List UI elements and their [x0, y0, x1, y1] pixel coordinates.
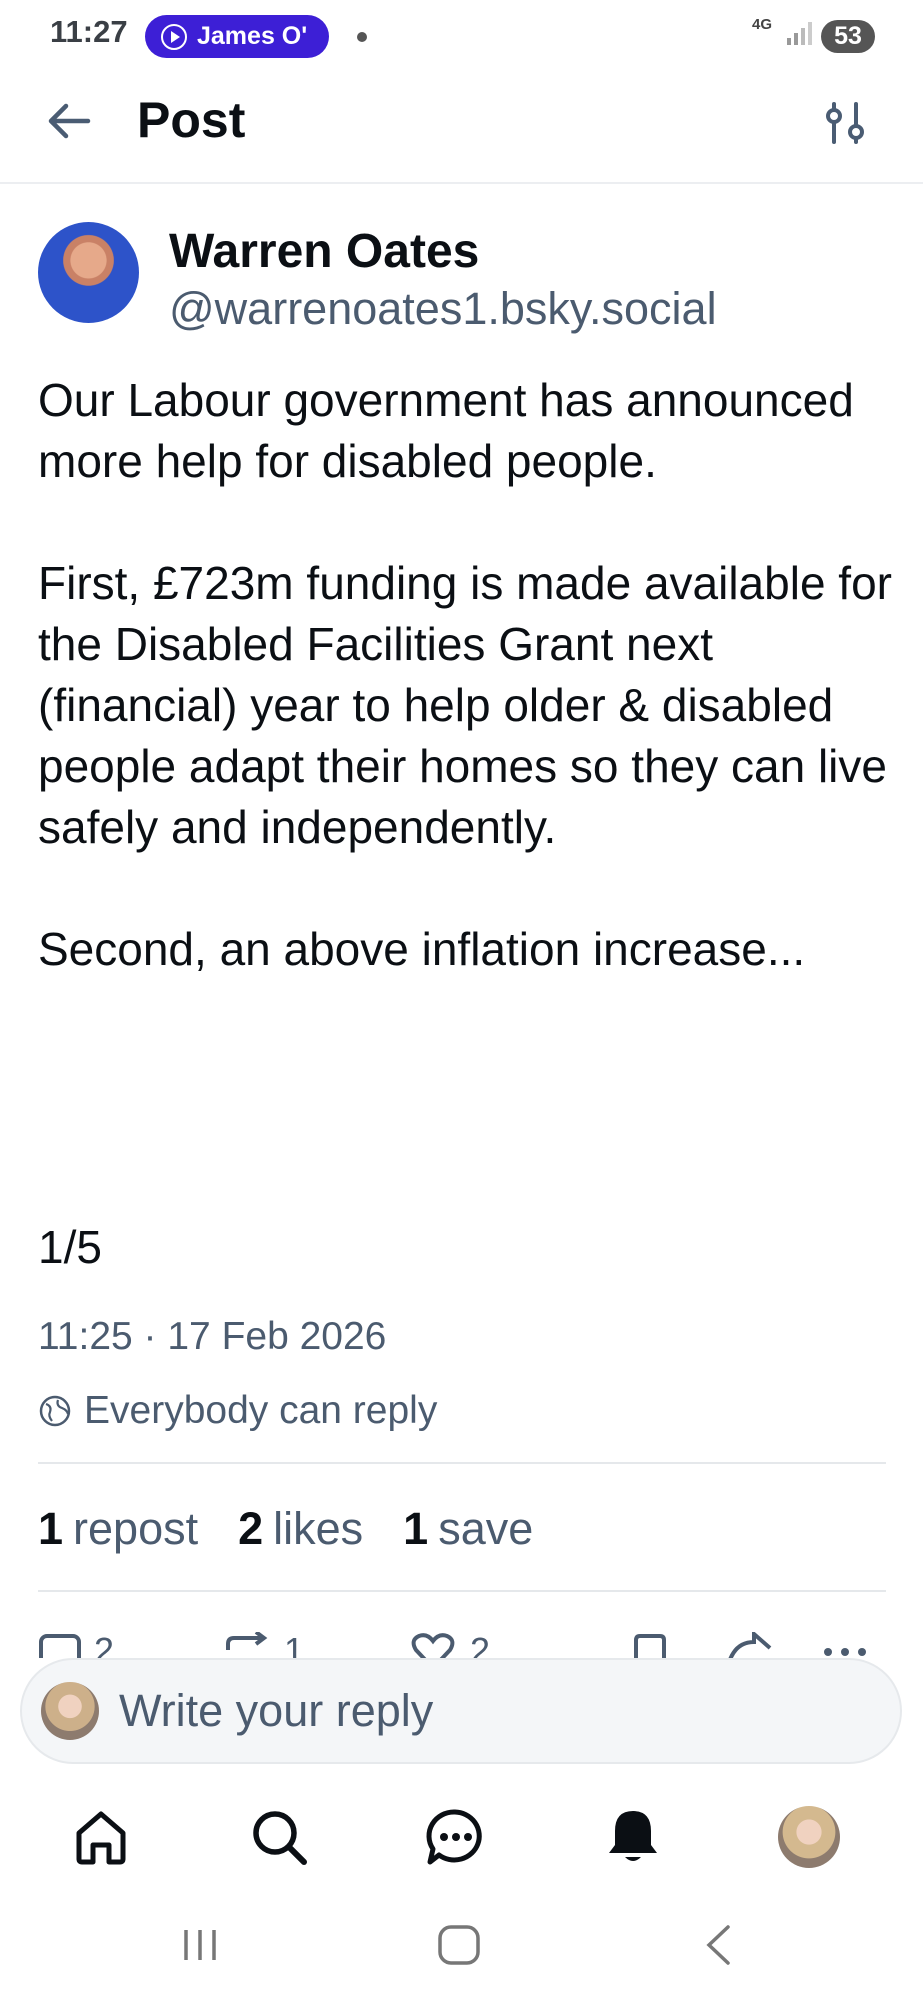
current-user-avatar	[41, 1682, 99, 1740]
like-icon[interactable]	[410, 1632, 456, 1658]
bookmark-icon[interactable]	[632, 1632, 668, 1658]
author-avatar[interactable]	[38, 222, 139, 323]
like-count: 2	[470, 1632, 491, 1658]
header-divider	[0, 182, 923, 184]
search-icon[interactable]	[249, 1807, 309, 1867]
reposts-count: 1	[38, 1503, 64, 1554]
thread-settings-icon[interactable]	[822, 98, 868, 148]
back-arrow-icon[interactable]	[44, 96, 94, 146]
reposts-label: repost	[73, 1503, 199, 1554]
chat-icon[interactable]	[425, 1807, 485, 1867]
status-time: 11:27	[50, 14, 128, 49]
reply-setting-label: Everybody can reply	[84, 1389, 438, 1432]
battery-indicator: 53	[821, 20, 875, 53]
reposts-stat[interactable]: 1 repost	[38, 1503, 198, 1555]
home-button-icon[interactable]	[436, 1922, 482, 1968]
media-pill[interactable]: James O'	[145, 15, 330, 58]
saves-count: 1	[403, 1503, 429, 1554]
notification-dot-icon	[357, 32, 367, 42]
post-timestamp: 11:25 · 17 Feb 2026	[38, 1315, 387, 1358]
post-text: Our Labour government has announced more…	[38, 374, 892, 975]
back-nav-icon[interactable]	[700, 1922, 736, 1968]
network-type: 4G	[752, 16, 773, 33]
reply-composer[interactable]: Write your reply	[20, 1658, 902, 1764]
home-icon[interactable]	[71, 1807, 131, 1867]
author-name[interactable]: Warren Oates	[169, 224, 479, 279]
reply-placeholder: Write your reply	[119, 1685, 434, 1736]
globe-icon	[39, 1395, 71, 1427]
reply-icon[interactable]	[38, 1632, 82, 1658]
reply-setting: Everybody can reply	[38, 1389, 437, 1433]
recent-apps-icon[interactable]	[180, 1922, 220, 1968]
play-icon	[161, 23, 187, 50]
page-title: Post	[137, 92, 246, 148]
share-icon[interactable]	[724, 1632, 772, 1658]
saves-stat[interactable]: 1 save	[403, 1503, 533, 1555]
notifications-icon[interactable]	[603, 1807, 663, 1867]
signal-icon	[787, 22, 812, 45]
repost-count: 1	[284, 1632, 305, 1658]
profile-avatar[interactable]	[778, 1806, 840, 1868]
media-pill-label: James O'	[197, 22, 308, 50]
repost-icon[interactable]	[224, 1632, 270, 1658]
likes-count: 2	[238, 1503, 264, 1554]
post-stats: 1 repost 2 likes 1 save	[38, 1503, 533, 1555]
more-options-icon[interactable]	[820, 1632, 870, 1658]
divider	[38, 1590, 886, 1592]
post-actions: 2 1 2	[38, 1632, 888, 1658]
reply-count: 2	[94, 1632, 115, 1658]
divider	[38, 1462, 886, 1464]
likes-label: likes	[273, 1503, 364, 1554]
saves-label: save	[438, 1503, 534, 1554]
likes-stat[interactable]: 2 likes	[238, 1503, 363, 1555]
thread-count: 1/5	[38, 1221, 102, 1273]
author-handle[interactable]: @warrenoates1.bsky.social	[169, 283, 717, 335]
